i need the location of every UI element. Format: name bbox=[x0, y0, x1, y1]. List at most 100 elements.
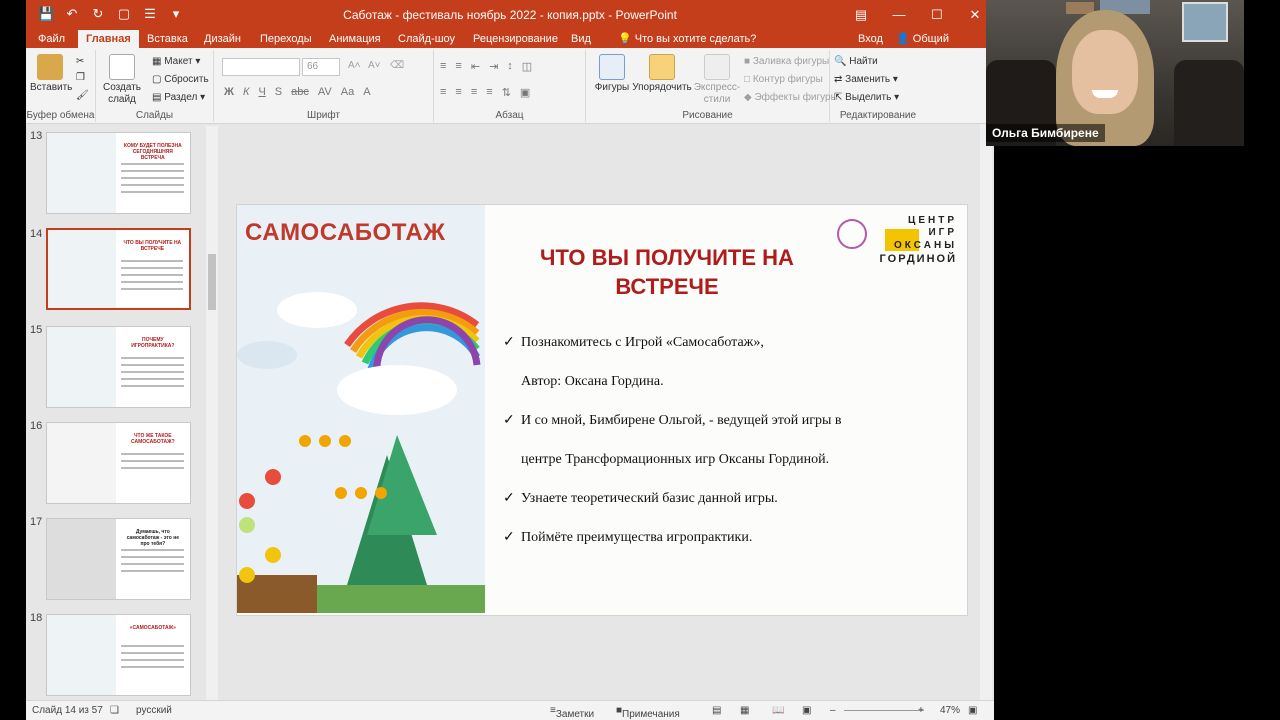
italic-icon[interactable]: К bbox=[243, 86, 249, 98]
smartart-icon[interactable]: ▣ bbox=[520, 86, 530, 99]
reading-view-icon[interactable]: 📖 bbox=[772, 705, 784, 716]
font-name-field[interactable] bbox=[222, 58, 300, 76]
brand-title: САМОСАБОТАЖ bbox=[245, 219, 446, 246]
shrink-font-icon[interactable]: A˅ bbox=[368, 60, 381, 71]
thumb-title: ЧТО ЖЕ ТАКОЕ САМОСАБОТАЖ? bbox=[130, 433, 175, 445]
align-left-icon[interactable]: ≡ bbox=[440, 86, 446, 99]
layout-button[interactable]: ▦ Макет ▾ bbox=[152, 56, 200, 67]
text-direction-icon[interactable]: ⇅ bbox=[502, 86, 511, 99]
quick-styles-button[interactable]: Экспресс-стили bbox=[692, 54, 742, 106]
tab-file[interactable]: Файл bbox=[30, 30, 73, 48]
slide-thumbnail-16[interactable]: ЧТО ЖЕ ТАКОЕ САМОСАБОТАЖ? bbox=[46, 422, 191, 504]
slide-thumbnail-17[interactable]: Думаешь, что самосаботаж - это не про те… bbox=[46, 518, 191, 600]
tab-home[interactable]: Главная bbox=[78, 30, 139, 48]
notes-button[interactable]: ≡ Заметки bbox=[550, 705, 594, 720]
thumbnails-scrollbar[interactable] bbox=[206, 126, 218, 700]
numbering-icon[interactable]: ≡ bbox=[455, 60, 461, 73]
new-slide-button[interactable]: Создать слайд bbox=[100, 54, 144, 106]
justify-icon[interactable]: ≡ bbox=[486, 86, 492, 99]
comments-button[interactable]: ■ Примечания bbox=[616, 705, 680, 720]
normal-view-icon[interactable]: ▤ bbox=[712, 705, 721, 716]
align-center-icon[interactable]: ≡ bbox=[455, 86, 461, 99]
shapes-button[interactable]: Фигуры bbox=[592, 54, 632, 93]
font-size-field[interactable]: 66 bbox=[302, 58, 340, 76]
slide-illustration: САМОСАБОТАЖ bbox=[237, 205, 485, 613]
slide-thumbnail-15[interactable]: ПОЧЕМУ ИГРОПРАКТИКА? bbox=[46, 326, 191, 408]
increase-indent-icon[interactable]: ⇥ bbox=[489, 60, 498, 73]
decrease-indent-icon[interactable]: ⇤ bbox=[471, 60, 480, 73]
zoom-slider[interactable] bbox=[844, 710, 924, 711]
thumb-image bbox=[47, 423, 116, 503]
thumb-lines bbox=[121, 645, 185, 673]
ribbon-display-icon[interactable]: ▤ bbox=[842, 0, 880, 30]
tab-transitions[interactable]: Переходы bbox=[252, 30, 320, 48]
ribbon: Вставить ✂ ❐ 🖌 Буфер обмена Создать слай… bbox=[26, 48, 994, 124]
tab-slideshow[interactable]: Слайд-шоу bbox=[390, 30, 463, 48]
bold-icon[interactable]: Ж bbox=[224, 86, 234, 98]
paste-button[interactable]: Вставить bbox=[30, 54, 72, 93]
shape-outline-button[interactable]: □ Контур фигуры bbox=[744, 74, 823, 85]
minimize-icon[interactable]: — bbox=[880, 0, 918, 30]
maximize-icon[interactable]: ☐ bbox=[918, 0, 956, 30]
slide-thumbnail-14[interactable]: ЧТО ВЫ ПОЛУЧИТЕ НА ВСТРЕЧЕ bbox=[46, 228, 191, 310]
strikethrough-icon[interactable]: abc bbox=[291, 86, 309, 98]
tab-animation[interactable]: Анимация bbox=[321, 30, 389, 48]
thumb-number: 18 bbox=[30, 612, 43, 624]
font-color-icon[interactable]: A bbox=[363, 86, 370, 98]
logo-line-4: ГОРДИНОЙ bbox=[879, 253, 957, 265]
tab-insert[interactable]: Вставка bbox=[139, 30, 196, 48]
checkmark-icon: ✓ bbox=[503, 491, 515, 506]
zoom-in-icon[interactable]: + bbox=[918, 705, 924, 716]
share-button[interactable]: 👤 Общий доступ bbox=[888, 30, 994, 63]
window-buttons: ▤ — ☐ ✕ bbox=[842, 0, 994, 30]
bullet-item: ✓ Поймёте преимущества игропрактики. bbox=[503, 528, 963, 567]
font-format-row: Ж К Ч S abc AV Aa A bbox=[224, 86, 371, 98]
replace-button[interactable]: ⇄ Заменить ▾ bbox=[834, 74, 898, 85]
slide-thumbnail-18[interactable]: «САМОСАБОТАЖ» bbox=[46, 614, 191, 696]
section-button[interactable]: ▤ Раздел ▾ bbox=[152, 92, 205, 103]
reset-button[interactable]: ▢ Сбросить bbox=[152, 74, 209, 85]
align-right-icon[interactable]: ≡ bbox=[471, 86, 477, 99]
columns-icon[interactable]: ◫ bbox=[522, 60, 532, 73]
thumb-image bbox=[47, 615, 116, 695]
case-icon[interactable]: Aa bbox=[341, 86, 354, 98]
spellcheck-icon[interactable]: ❏ bbox=[110, 705, 119, 716]
slide-thumbnails-pane: 13 КОМУ БУДЕТ ПОЛЕЗНА СЕГОДНЯШНЯЯ ВСТРЕЧ… bbox=[26, 124, 222, 700]
grow-font-icon[interactable]: A˄ bbox=[348, 60, 361, 71]
format-painter-icon[interactable]: 🖌 bbox=[76, 90, 89, 101]
shape-effects-button[interactable]: ◆ Эффекты фигуры bbox=[744, 92, 838, 103]
clear-format-icon[interactable]: ⌫ bbox=[390, 60, 404, 71]
line-spacing-icon[interactable]: ↕ bbox=[507, 60, 513, 73]
zoom-level[interactable]: 47% bbox=[940, 705, 960, 716]
slide-title: ЧТО ВЫ ПОЛУЧИТЕ НА ВСТРЕЧЕ bbox=[507, 243, 827, 301]
paragraph-label: Абзац bbox=[495, 110, 524, 121]
powerpoint-window: 💾 ↶ ↻ ▢ ☰ ▾ Саботаж - фестиваль ноябрь 2… bbox=[26, 0, 994, 720]
slide-thumbnail-13[interactable]: КОМУ БУДЕТ ПОЛЕЗНА СЕГОДНЯШНЯЯ ВСТРЕЧА bbox=[46, 132, 191, 214]
tab-design[interactable]: Дизайн bbox=[196, 30, 249, 48]
slideshow-icon[interactable]: ▣ bbox=[802, 705, 811, 716]
bullets-icon[interactable]: ≡ bbox=[440, 60, 446, 73]
slide-scrollbar[interactable] bbox=[980, 124, 992, 700]
language-indicator[interactable]: русский bbox=[136, 705, 172, 716]
cut-icon[interactable]: ✂ bbox=[76, 56, 84, 67]
thumb-lines bbox=[121, 260, 184, 295]
shape-fill-button[interactable]: ■ Заливка фигуры bbox=[744, 56, 829, 67]
tab-view[interactable]: Вид bbox=[563, 30, 599, 48]
tab-review[interactable]: Рецензирование bbox=[465, 30, 566, 48]
find-button[interactable]: 🔍 Найти bbox=[834, 56, 878, 67]
fit-to-window-icon[interactable]: ▣ bbox=[968, 705, 977, 716]
thumb-number: 15 bbox=[30, 324, 43, 336]
zoom-out-icon[interactable]: – bbox=[830, 705, 836, 716]
copy-icon[interactable]: ❐ bbox=[76, 72, 85, 83]
shadow-icon[interactable]: S bbox=[275, 86, 282, 98]
slide-sorter-icon[interactable]: ▦ bbox=[740, 705, 749, 716]
select-button[interactable]: ⇱ Выделить ▾ bbox=[834, 92, 899, 103]
arrange-button[interactable]: Упорядочить bbox=[630, 54, 694, 93]
scrollbar-thumb[interactable] bbox=[208, 254, 216, 310]
tell-me-search[interactable]: 💡 Что вы хотите сделать? bbox=[610, 30, 764, 48]
spacing-icon[interactable]: AV bbox=[318, 86, 332, 98]
left-black-bar bbox=[0, 0, 26, 720]
underline-icon[interactable]: Ч bbox=[258, 86, 265, 98]
current-slide[interactable]: САМОСАБОТАЖ ЧТО ВЫ ПОЛУЧИТЕ НА ВСТРЕЧЕ Ц… bbox=[236, 204, 968, 616]
sign-in-link[interactable]: Вход bbox=[850, 30, 891, 48]
